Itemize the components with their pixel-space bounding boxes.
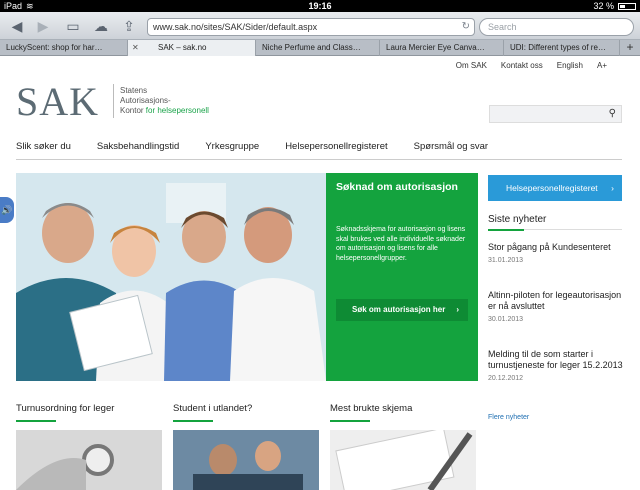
url-bar[interactable]: www.sak.no/sites/SAK/Sider/default.aspx …	[147, 18, 475, 36]
hero-title: Søknad om autorisasjon	[336, 181, 458, 193]
speaker-icon[interactable]: 🔊	[0, 197, 14, 223]
site-logo[interactable]: SAK Statens Autorisasjons- Kontor for he…	[16, 79, 209, 124]
battery-icon	[618, 2, 636, 10]
forward-arrow-icon[interactable]: ▶	[32, 17, 54, 35]
sok-autorisasjon-button[interactable]: Søk om autorisasjon her ›	[336, 299, 468, 321]
search-input[interactable]: Search	[479, 18, 634, 36]
feature-mest-brukte-skjema[interactable]: Mest brukte skjema	[330, 403, 476, 490]
more-news-link[interactable]: Flere nyheter	[488, 414, 529, 421]
link-om-sak[interactable]: Om SAK	[456, 61, 487, 70]
news-divider	[488, 229, 622, 231]
tab-niche-perfume[interactable]: Niche Perfume and Class…	[256, 40, 380, 56]
plus-icon[interactable]: +	[620, 40, 640, 55]
url-text: www.sak.no/sites/SAK/Sider/default.aspx	[153, 22, 318, 32]
tab-bar: LuckyScent: shop for har… ✕ SAK – sak.no…	[0, 40, 640, 56]
nav-saksbehandlingstid[interactable]: Saksbehandlingstid	[97, 138, 179, 159]
feature-turnusordning[interactable]: Turnusordning for leger	[16, 403, 162, 490]
status-time: 19:16	[308, 1, 332, 11]
tab-laura-mercier[interactable]: Laura Mercier Eye Canva…	[380, 40, 504, 56]
news-heading: Siste nyheter	[488, 214, 547, 225]
hero-body: Søknadsskjema for autorisasjon og lisens…	[336, 226, 466, 262]
chevron-right-icon: ›	[611, 183, 614, 193]
tab-udi[interactable]: UDI: Different types of re…	[504, 40, 620, 56]
tab-sak[interactable]: ✕ SAK – sak.no	[128, 40, 256, 56]
link-text-size[interactable]: A+	[597, 61, 607, 70]
status-right: 32 %	[593, 0, 636, 12]
feature-image	[16, 430, 162, 490]
feature-student-utlandet[interactable]: Student i utlandet?	[173, 403, 319, 490]
chevron-right-icon: ›	[456, 305, 459, 314]
news-item[interactable]: Altinn-piloten for legeautorisasjon er n…	[488, 290, 628, 325]
hero-panel: Søknad om autorisasjon Søknadsskjema for…	[326, 173, 478, 381]
hero-image	[16, 173, 326, 381]
top-links: Om SAK Kontakt oss English A+	[456, 61, 607, 70]
book-icon[interactable]: ▭	[62, 17, 84, 35]
tab-luckyscent[interactable]: LuckyScent: shop for har…	[0, 40, 128, 56]
main-nav: Slik søker du Saksbehandlingstid Yrkesgr…	[16, 138, 622, 160]
feature-image	[173, 430, 319, 490]
logo-text: Statens Autorisasjons- Kontor for helsep…	[120, 86, 209, 115]
close-icon[interactable]: ✕	[132, 40, 139, 56]
link-english[interactable]: English	[557, 61, 583, 70]
nav-slik-soker-du[interactable]: Slik søker du	[16, 138, 71, 159]
feature-image	[330, 430, 476, 490]
news-item[interactable]: Stor pågang på Kundesenteret 31.01.2013	[488, 242, 628, 266]
nav-yrkesgruppe[interactable]: Yrkesgruppe	[205, 138, 259, 159]
nav-helsepersonellregisteret[interactable]: Helsepersonellregisteret	[285, 138, 387, 159]
browser-toolbar: ◀ ▶ ▭ ☁ ⇪ www.sak.no/sites/SAK/Sider/def…	[0, 12, 640, 40]
link-kontakt[interactable]: Kontakt oss	[501, 61, 543, 70]
search-icon[interactable]: ⚲	[609, 108, 616, 119]
site-search-input[interactable]: ⚲	[489, 105, 622, 123]
hero-photo-illustration	[16, 173, 326, 381]
logo-divider	[113, 84, 114, 118]
reload-icon[interactable]: ↻	[462, 19, 470, 35]
battery-percent: 32 %	[593, 1, 614, 11]
nav-sporsmal-og-svar[interactable]: Spørsmål og svar	[414, 138, 488, 159]
back-arrow-icon[interactable]: ◀	[6, 17, 28, 35]
status-bar: iPad ≋ 19:16 32 %	[0, 0, 640, 12]
share-icon[interactable]: ⇪	[118, 17, 140, 35]
icloud-icon[interactable]: ☁	[90, 17, 112, 35]
news-item[interactable]: Melding til de som starter i turnustjene…	[488, 349, 628, 384]
logo-mark: SAK	[16, 79, 100, 124]
helsepersonellregisteret-button[interactable]: Helsepersonellregisteret ›	[488, 175, 622, 201]
